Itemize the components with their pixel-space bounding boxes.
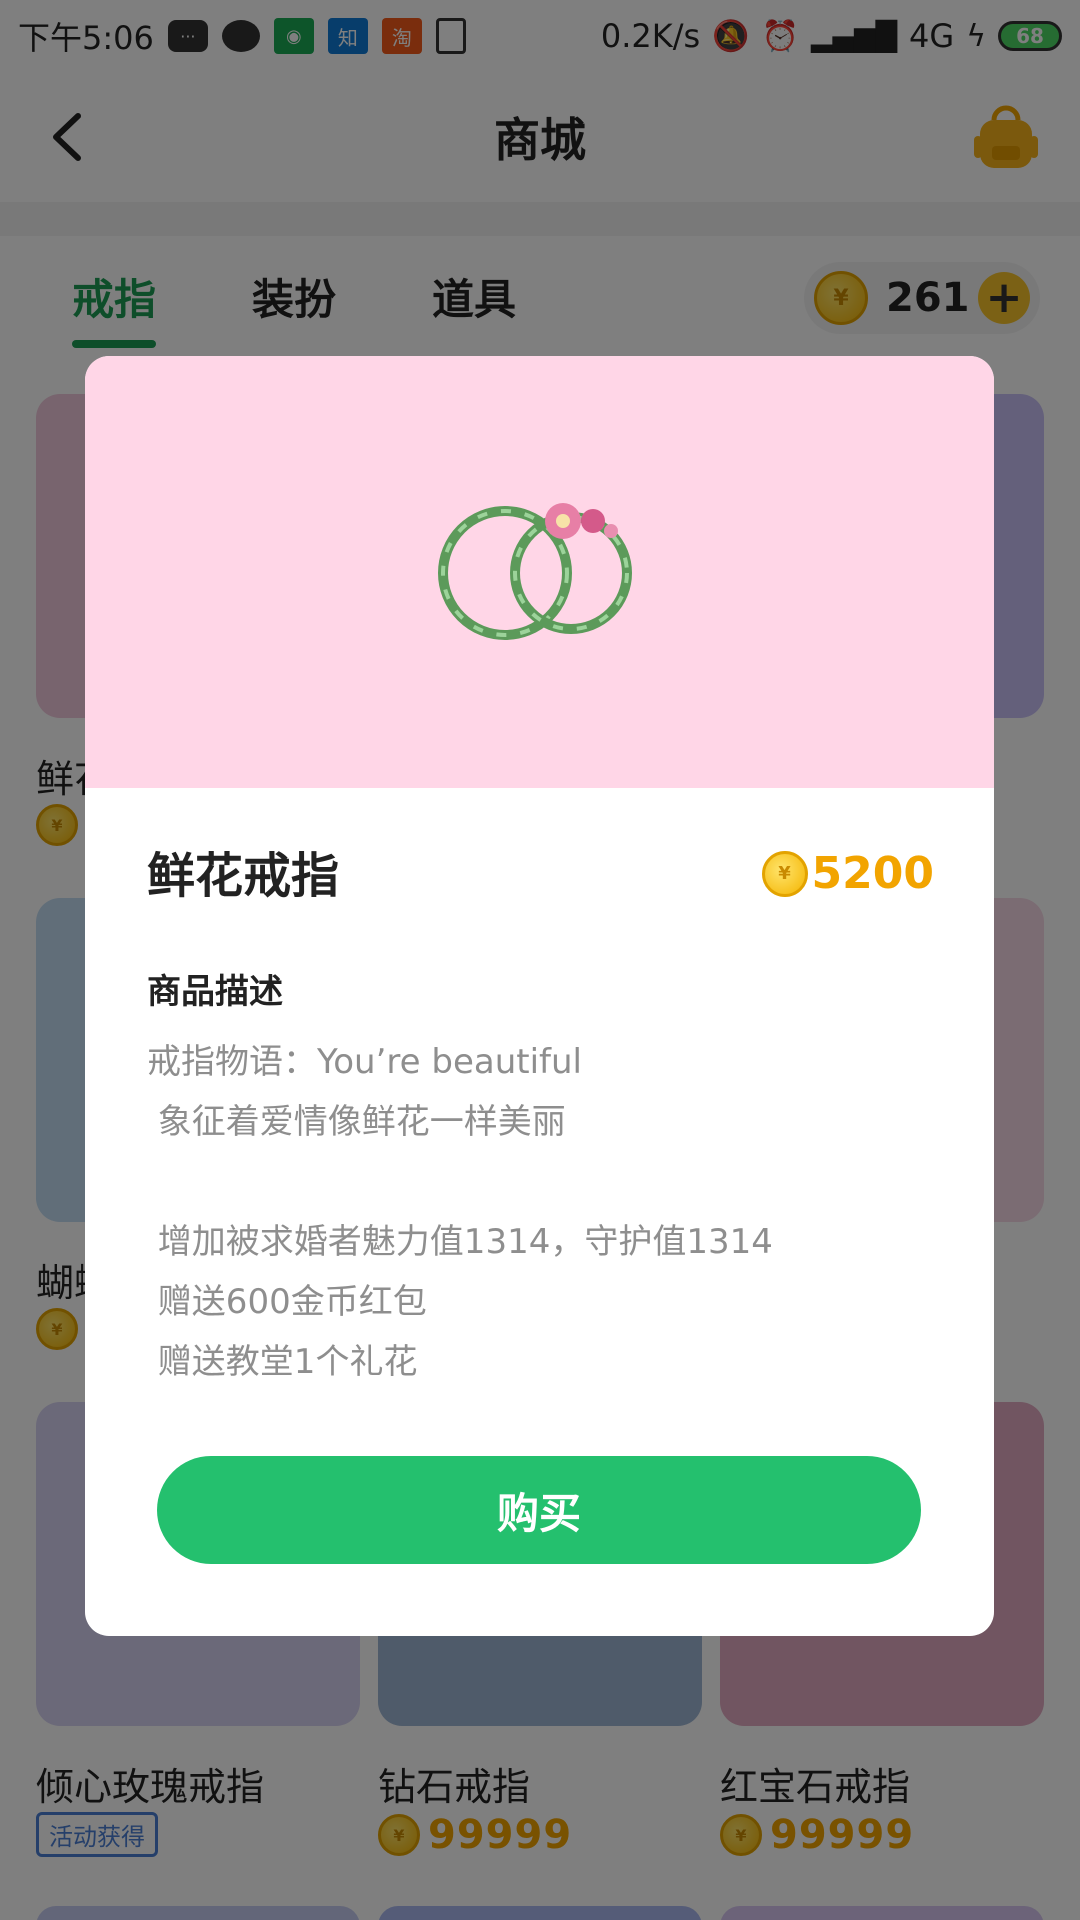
description-text: 戒指物语：You’re beautiful 象征着爱情像鲜花一样美丽 增加被求婚… — [147, 1032, 947, 1392]
product-image-area — [85, 356, 994, 788]
coin-icon: ¥ — [761, 850, 808, 897]
buy-button[interactable]: 购买 — [157, 1456, 921, 1564]
product-detail-dialog: 鲜花戒指 ¥ 5200 商品描述 戒指物语：You’re beautiful 象… — [85, 356, 994, 1636]
status-bar-dim — [0, 0, 1080, 72]
product-price: ¥ 5200 — [761, 848, 934, 899]
description-line — [147, 1152, 947, 1212]
description-line: 象征着爱情像鲜花一样美丽 — [147, 1102, 566, 1142]
description-heading: 商品描述 — [147, 972, 283, 1012]
description-line: 赠送教堂1个礼花 — [147, 1342, 418, 1382]
flower-ring-image — [438, 503, 632, 640]
description-line: 赠送600金币红包 — [147, 1282, 427, 1322]
description-line: 戒指物语：You’re beautiful — [147, 1042, 582, 1082]
price-value: 5200 — [811, 848, 934, 899]
product-title: 鲜花戒指 — [147, 848, 340, 904]
description-line: 增加被求婚者魅力值1314，守护值1314 — [147, 1222, 773, 1262]
